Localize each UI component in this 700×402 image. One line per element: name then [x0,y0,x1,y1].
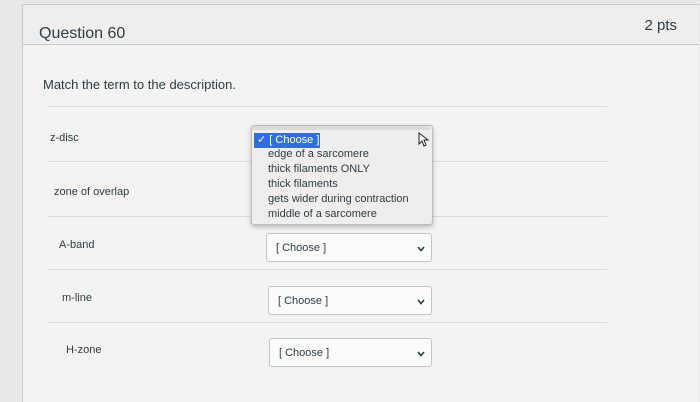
chevron-down-icon [417,299,425,305]
choice-dropdown-menu[interactable]: ✓ [ Choose ] edge of a sarcomere thick f… [251,125,433,225]
chevron-down-icon [417,351,425,357]
question-title: Question 60 [39,25,126,42]
row-divider [47,269,607,270]
match-select[interactable]: [ Choose ] [268,286,432,315]
question-header: Question 60 2 pts [23,5,699,45]
row-divider [47,322,607,323]
dropdown-option[interactable]: thick filaments [268,178,338,191]
dropdown-option-selected[interactable]: ✓ [ Choose ] [254,133,320,148]
term-label: H-zone [66,344,102,356]
dropdown-option[interactable]: gets wider during contraction [268,193,409,206]
term-label: A-band [59,239,95,251]
term-label: zone of overlap [54,186,130,198]
question-prompt: Match the term to the description. [43,77,236,92]
match-select[interactable]: [ Choose ] [266,233,432,262]
select-value: [ Choose ] [276,242,327,254]
select-value: [ Choose ] [278,295,329,307]
dropdown-option[interactable]: edge of a sarcomere [268,148,369,161]
dropdown-edge [252,126,430,130]
select-value: [ Choose ] [279,347,330,359]
term-label: m-line [62,292,92,304]
row-divider [47,106,607,107]
question-points: 2 pts [644,17,677,34]
mouse-cursor-icon [418,132,430,147]
term-label: z-disc [50,132,79,144]
dropdown-option[interactable]: thick filaments ONLY [268,163,370,176]
dropdown-option[interactable]: middle of a sarcomere [268,208,377,221]
chevron-down-icon [417,246,425,252]
match-select[interactable]: [ Choose ] [269,338,432,367]
